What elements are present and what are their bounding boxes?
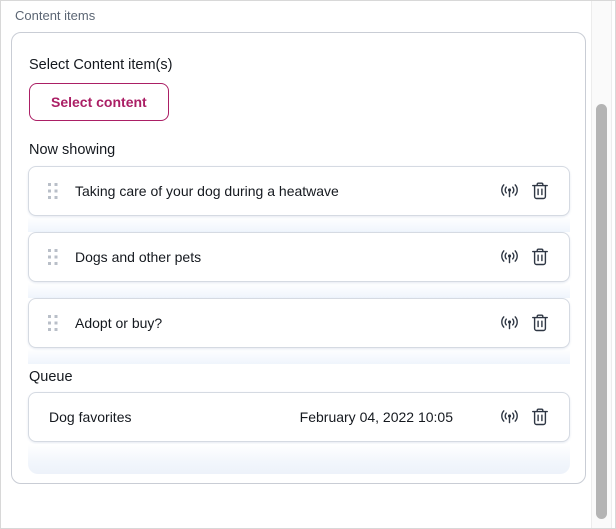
- drag-handle-icon[interactable]: [48, 183, 58, 199]
- divider: [28, 217, 570, 232]
- trash-icon[interactable]: [531, 313, 549, 333]
- select-content-items-label: Select Content item(s): [29, 57, 172, 73]
- broadcast-icon[interactable]: [499, 181, 520, 201]
- now-showing-row: Adopt or buy?: [28, 298, 570, 348]
- divider: [28, 283, 570, 298]
- queue-row: Dog favorites February 04, 2022 10:05: [28, 392, 570, 442]
- trash-icon[interactable]: [531, 181, 549, 201]
- drag-handle-icon[interactable]: [48, 315, 58, 331]
- scrollbar-track[interactable]: [591, 1, 612, 529]
- broadcast-icon[interactable]: [499, 247, 520, 267]
- content-items-panel: Select Content item(s) Select content No…: [11, 32, 586, 484]
- content-items-label: Content items: [15, 8, 95, 23]
- content-item-title: Dogs and other pets: [75, 249, 499, 265]
- content-items-screen: Content items Select Content item(s) Sel…: [0, 0, 616, 529]
- queue-item-title: Dog favorites: [49, 409, 300, 425]
- drop-zone-highlight: [28, 444, 570, 474]
- scrollbar-thumb[interactable]: [596, 104, 607, 519]
- broadcast-icon[interactable]: [499, 407, 520, 427]
- trash-icon[interactable]: [531, 407, 549, 427]
- broadcast-icon[interactable]: [499, 313, 520, 333]
- drag-handle-icon[interactable]: [48, 249, 58, 265]
- select-content-button[interactable]: Select content: [29, 83, 169, 121]
- now-showing-heading: Now showing: [29, 142, 115, 158]
- queue-item-timestamp: February 04, 2022 10:05: [300, 409, 453, 425]
- now-showing-row: Dogs and other pets: [28, 232, 570, 282]
- queue-heading: Queue: [29, 369, 73, 385]
- content-item-title: Taking care of your dog during a heatwav…: [75, 183, 499, 199]
- trash-icon[interactable]: [531, 247, 549, 267]
- now-showing-row: Taking care of your dog during a heatwav…: [28, 166, 570, 216]
- divider: [28, 349, 570, 364]
- content-item-title: Adopt or buy?: [75, 315, 499, 331]
